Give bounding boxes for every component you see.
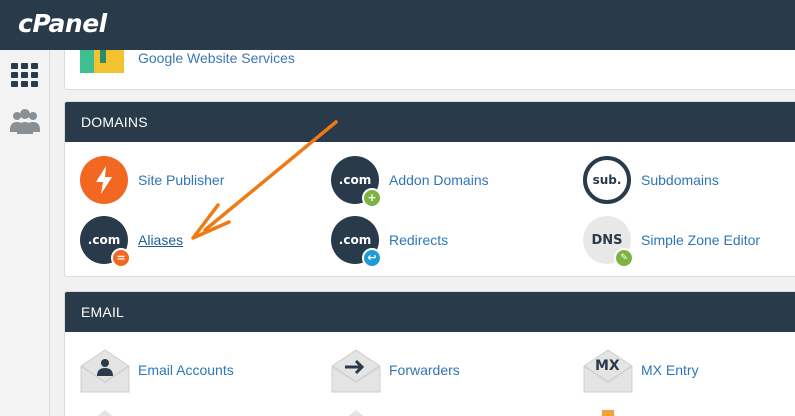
- subdomains-link[interactable]: sub. Subdomains: [583, 156, 793, 206]
- redirects-label: Redirects: [389, 232, 449, 248]
- domains-panel: DOMAINS Site Publisher .com + Addon Doma…: [64, 101, 795, 277]
- grid-icon[interactable]: [9, 60, 41, 92]
- domains-heading: DOMAINS: [65, 102, 795, 142]
- addon-domains-label: Addon Domains: [389, 172, 489, 188]
- left-sidebar: [0, 50, 50, 416]
- lightning-bolt-icon: [80, 156, 128, 204]
- envelope-person-icon: [80, 349, 130, 393]
- pencil-badge-icon: ✎: [614, 248, 634, 268]
- plus-badge-icon: +: [362, 188, 382, 208]
- aliases-label: Aliases: [138, 232, 184, 248]
- envelope-arrow-icon: [331, 349, 381, 393]
- email-accounts-link[interactable]: Email Accounts: [80, 346, 310, 396]
- forwarders-label: Forwarders: [389, 362, 460, 378]
- subdomains-label: Subdomains: [641, 172, 719, 188]
- equals-badge-icon: =: [111, 248, 131, 268]
- envelope-icon: [80, 410, 130, 416]
- email-accounts-label: Email Accounts: [138, 362, 234, 378]
- redirects-link[interactable]: .com ↩ Redirects: [331, 216, 561, 268]
- google-website-services-label: Google Website Services: [138, 50, 295, 66]
- software-panel: Google Website Services: [64, 50, 795, 90]
- mx-icon-text: MX: [595, 358, 620, 374]
- forwarders-link[interactable]: Forwarders: [331, 346, 561, 396]
- users-icon[interactable]: [9, 106, 41, 138]
- aliases-link[interactable]: .com = Aliases: [80, 216, 310, 268]
- simple-zone-editor-label: Simple Zone Editor: [641, 232, 761, 248]
- sub-icon: sub.: [583, 156, 631, 204]
- mx-entry-link[interactable]: MX MX Entry: [583, 346, 793, 396]
- google-website-services-icon: [80, 50, 124, 73]
- top-bar: cPanel: [0, 0, 795, 50]
- site-publisher-link[interactable]: Site Publisher: [80, 156, 310, 206]
- email-panel: EMAIL Email Accounts Forwarders MX MX En…: [64, 291, 795, 416]
- main-content: Google Website Services DOMAINS Site Pub…: [50, 50, 795, 416]
- email-heading: EMAIL: [65, 292, 795, 332]
- simple-zone-editor-link[interactable]: DNS ✎ Simple Zone Editor: [583, 216, 793, 268]
- orange-tag-icon: [602, 410, 614, 416]
- envelope-icon: [331, 410, 381, 416]
- redirect-badge-icon: ↩: [362, 248, 382, 268]
- addon-domains-link[interactable]: .com + Addon Domains: [331, 156, 561, 208]
- google-website-services-link[interactable]: Google Website Services: [80, 50, 340, 79]
- mx-entry-label: MX Entry: [641, 362, 699, 378]
- cpanel-logo[interactable]: cPanel: [18, 9, 107, 39]
- site-publisher-label: Site Publisher: [138, 172, 225, 188]
